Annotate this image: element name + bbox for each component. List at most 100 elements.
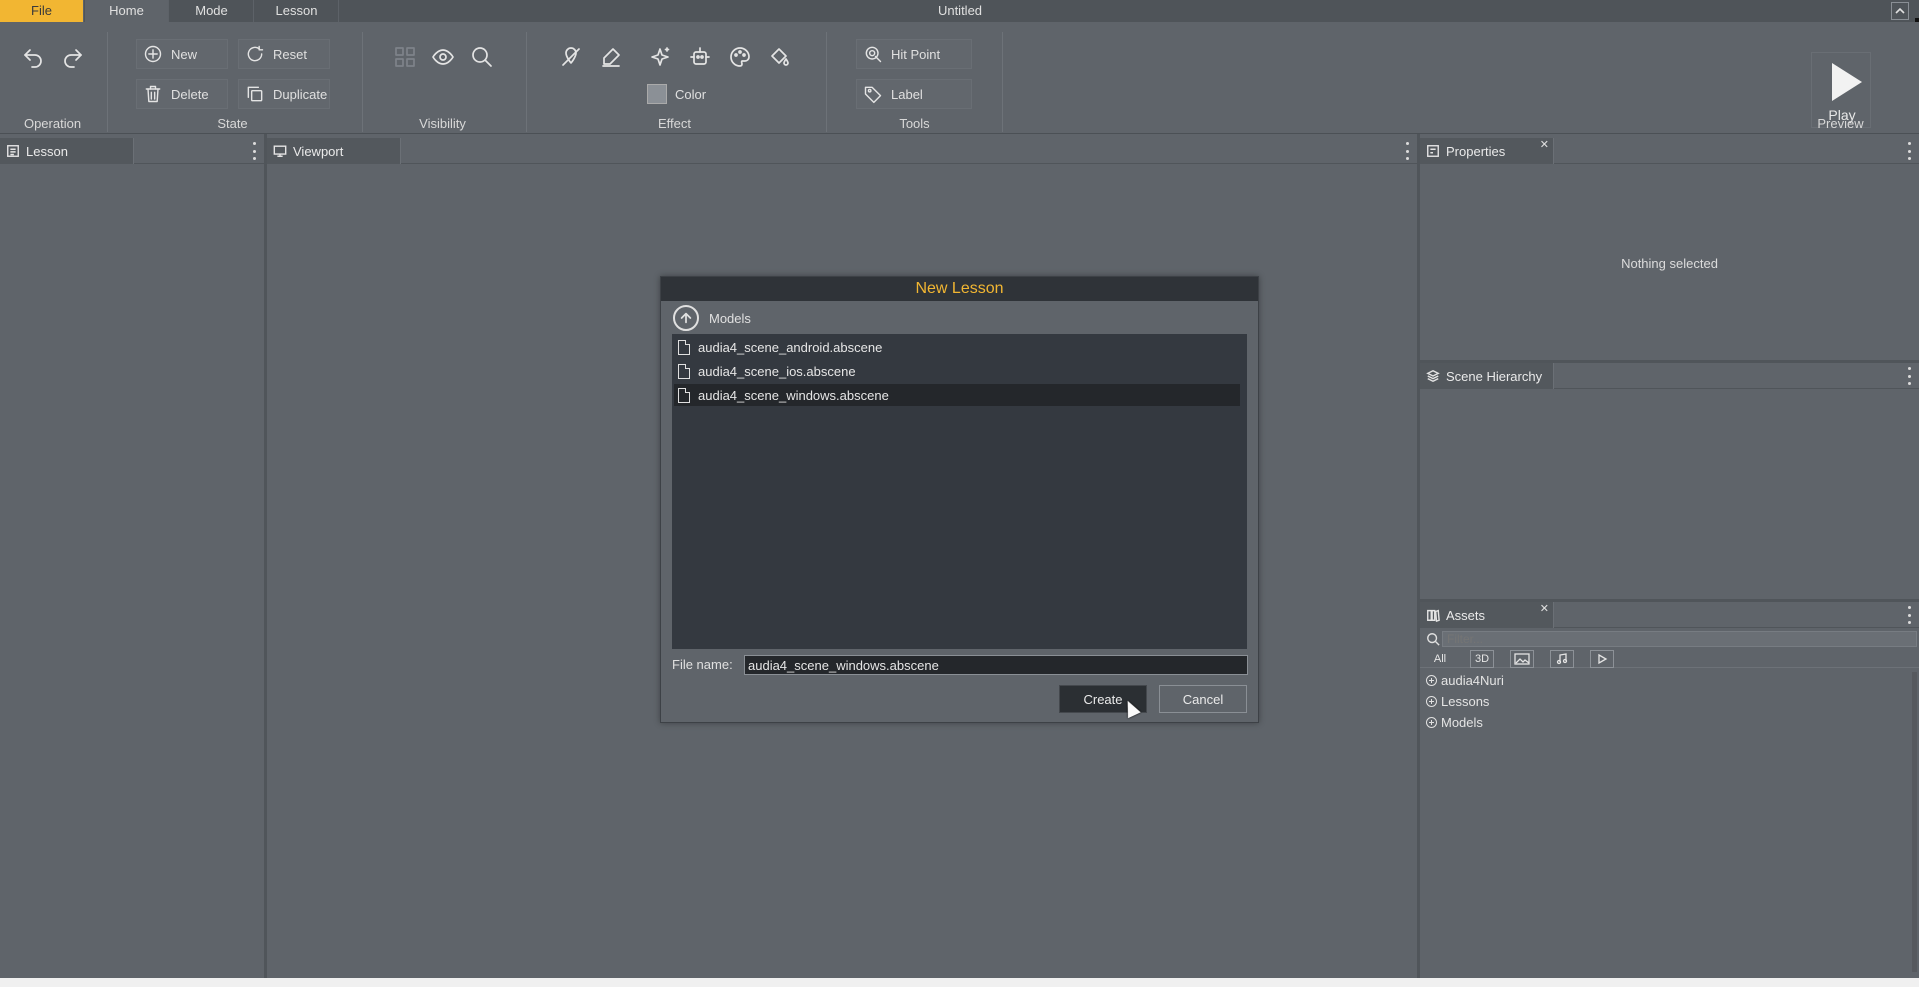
highlighter-icon [602,48,620,67]
close-icon[interactable]: ✕ [1540,604,1549,615]
file-icon [678,387,690,403]
assets-scrollbar[interactable] [1912,672,1917,972]
lesson-panel-header: Lesson [0,138,264,164]
filter-video-button[interactable] [1590,650,1614,668]
filter-3d-button[interactable]: 3D [1470,650,1494,668]
search-icon [1427,633,1440,646]
trash-icon [145,85,161,103]
viewport-panel-menu-icon[interactable] [1405,142,1409,160]
tab-home[interactable]: Home [85,0,169,22]
menu-file[interactable]: File [0,0,84,22]
reset-label: Reset [273,46,307,62]
dialog-title: New Lesson [661,277,1258,301]
group-label-preview: Preview [1817,116,1864,131]
assets-type-filter-row: All 3D [1420,650,1919,668]
assets-panel-menu-icon[interactable] [1907,606,1911,624]
effect-none-button[interactable] [556,42,586,72]
reset-button[interactable]: Reset [238,39,330,69]
file-icon [678,363,690,379]
viewport-panel-title: Viewport [293,143,344,159]
scene-hierarchy-panel-menu-icon[interactable] [1907,367,1911,385]
book-icon [1427,609,1440,622]
music-icon [1556,653,1568,665]
color-label: Color [675,86,707,102]
play-icon [1598,653,1608,665]
label-button[interactable]: Label [856,79,972,109]
properties-panel-title: Properties [1446,143,1506,159]
tab-assets[interactable]: Assets ✕ [1420,602,1554,628]
tab-scene-hierarchy[interactable]: Scene Hierarchy [1420,363,1554,389]
file-name-label: File name: [672,657,733,672]
group-separator [1002,32,1003,132]
asset-folder[interactable]: Models [1426,712,1483,732]
isolate-button[interactable] [390,42,420,72]
tab-viewport[interactable]: Viewport [267,138,401,164]
scene-hierarchy-panel-header: Scene Hierarchy [1420,363,1919,389]
filter-all-button[interactable]: All [1428,650,1452,668]
sparkle-icon [651,47,670,66]
duplicate-button[interactable]: Duplicate [238,79,330,109]
asset-folder-label: Models [1441,714,1483,730]
cancel-button[interactable]: Cancel [1159,685,1247,713]
properties-empty-text: Nothing selected [1621,256,1718,271]
asset-folder-label: Lessons [1441,693,1490,709]
up-folder-button[interactable] [673,305,699,331]
asset-folder[interactable]: Lessons [1426,691,1489,711]
tab-lesson[interactable]: Lesson [255,0,339,22]
lesson-panel-menu-icon[interactable] [252,142,256,160]
filter-image-button[interactable] [1510,650,1534,668]
pin-off-icon [562,47,580,66]
monitor-icon [273,145,287,157]
hit-point-button[interactable]: Hit Point [856,39,972,69]
group-label-effect: Effect [657,116,691,131]
palette-button[interactable] [725,42,755,72]
highlight-button[interactable] [596,42,626,72]
list-item[interactable]: audia4_scene_ios.abscene [674,360,1240,382]
search-icon [472,47,492,67]
robot-icon [690,47,710,65]
tab-lesson-panel[interactable]: Lesson [0,138,134,164]
duplicate-label: Duplicate [273,86,328,102]
file-name-input[interactable] [744,655,1248,675]
scene-hierarchy-panel: Scene Hierarchy [1420,363,1919,599]
close-icon[interactable]: ✕ [1540,140,1549,151]
expand-icon[interactable] [1426,674,1437,686]
hit-point-icon [865,46,882,63]
paint-bucket-button[interactable] [764,42,794,72]
expand-icon[interactable] [1426,716,1437,728]
collapse-ribbon-button[interactable] [1891,2,1909,20]
image-icon [1514,653,1530,665]
show-button[interactable] [428,42,458,72]
delete-button[interactable]: Delete [136,79,228,109]
search-button[interactable] [467,42,497,72]
new-button[interactable]: New [136,39,228,69]
arrow-up-icon [680,312,692,324]
current-folder-label: Models [709,310,751,326]
sparkle-button[interactable] [645,42,675,72]
undo-button[interactable] [18,42,48,72]
undo-icon [24,49,42,68]
plus-circle-icon [144,45,162,63]
chevron-up-icon [1895,7,1905,14]
tag-icon [864,86,882,104]
tab-mode[interactable]: Mode [170,0,254,22]
expand-icon[interactable] [1426,695,1437,707]
menubar: File Home Mode Lesson Untitled [0,0,1919,22]
file-name: audia4_scene_windows.abscene [698,387,889,403]
group-separator [362,32,363,132]
redo-button[interactable] [58,42,88,72]
explode-button[interactable] [685,42,715,72]
tab-properties[interactable]: Properties ✕ [1420,138,1554,164]
list-item[interactable]: audia4_scene_android.abscene [674,336,1240,358]
list-item-selected[interactable]: audia4_scene_windows.abscene [674,384,1240,406]
assets-filter-input[interactable] [1442,631,1917,647]
filter-audio-button[interactable] [1550,650,1574,668]
properties-panel-menu-icon[interactable] [1907,142,1911,160]
asset-folder[interactable]: audia4Nuri [1426,670,1504,690]
window-title: Untitled [937,3,983,18]
color-button[interactable]: Color [640,79,730,109]
eye-icon [432,49,454,65]
properties-panel: Properties ✕ Nothing selected [1420,138,1919,360]
file-name: audia4_scene_android.abscene [698,339,883,355]
file-list[interactable]: audia4_scene_android.abscene audia4_scen… [672,334,1247,649]
